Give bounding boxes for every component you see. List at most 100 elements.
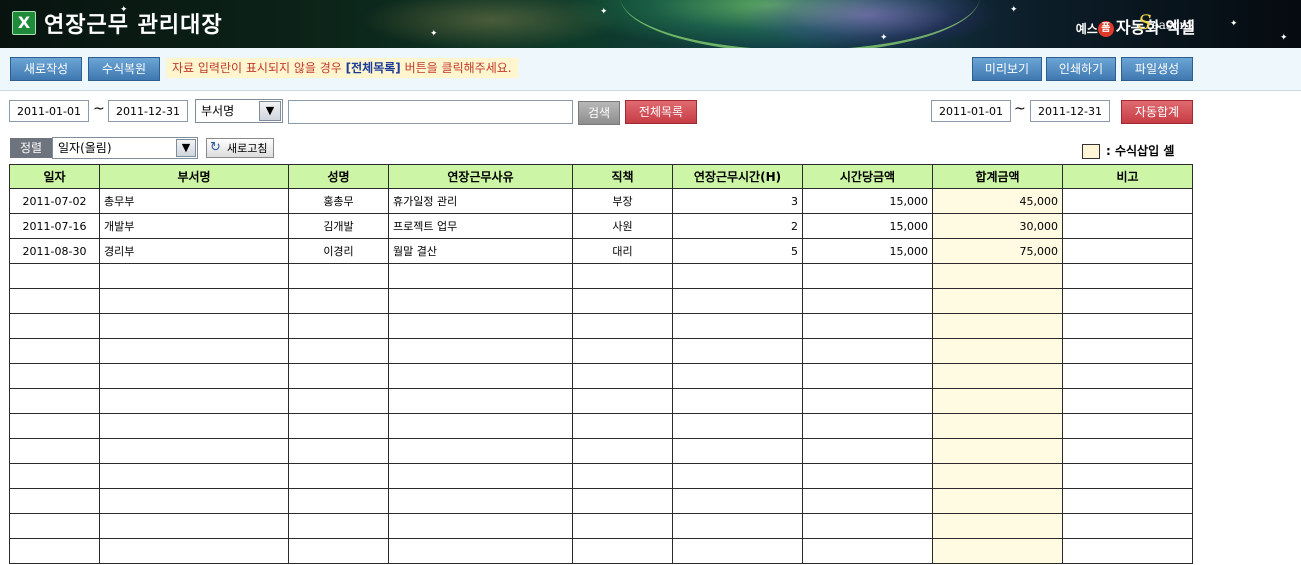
cell-note[interactable] <box>1062 463 1193 489</box>
cell-note[interactable] <box>1062 538 1193 564</box>
cell-total[interactable] <box>932 513 1063 539</box>
start-date-field[interactable]: 2011-01-01 <box>9 100 89 122</box>
cell-total[interactable] <box>932 388 1063 414</box>
cell-position[interactable] <box>572 463 673 489</box>
cell-department[interactable] <box>99 263 289 289</box>
cell-hours[interactable] <box>672 363 803 389</box>
cell-hours[interactable] <box>672 538 803 564</box>
cell-department[interactable] <box>99 288 289 314</box>
cell-hourly-rate[interactable] <box>802 288 933 314</box>
cell-date[interactable] <box>9 363 100 389</box>
cell-date[interactable] <box>9 438 100 464</box>
sum-end-date-field[interactable]: 2011-12-31 <box>1030 100 1110 122</box>
cell-name[interactable] <box>288 363 389 389</box>
cell-reason[interactable] <box>388 488 573 514</box>
all-list-button[interactable]: 전체목록 <box>625 100 697 124</box>
cell-department[interactable]: 개발부 <box>99 213 289 239</box>
cell-note[interactable] <box>1062 238 1193 264</box>
search-button[interactable]: 검색 <box>578 101 620 125</box>
cell-name[interactable] <box>288 288 389 314</box>
cell-position[interactable] <box>572 388 673 414</box>
cell-hours[interactable] <box>672 263 803 289</box>
cell-department[interactable] <box>99 488 289 514</box>
cell-name[interactable] <box>288 263 389 289</box>
cell-note[interactable] <box>1062 513 1193 539</box>
cell-department[interactable]: 총무부 <box>99 188 289 214</box>
cell-name[interactable]: 홍총무 <box>288 188 389 214</box>
cell-position[interactable]: 부장 <box>572 188 673 214</box>
cell-position[interactable] <box>572 363 673 389</box>
cell-hours[interactable] <box>672 338 803 364</box>
cell-name[interactable] <box>288 388 389 414</box>
cell-date[interactable] <box>9 488 100 514</box>
cell-hours[interactable] <box>672 388 803 414</box>
cell-name[interactable] <box>288 313 389 339</box>
cell-hours[interactable]: 3 <box>672 188 803 214</box>
cell-date[interactable]: 2011-08-30 <box>9 238 100 264</box>
sort-select[interactable]: 일자(올림) ▼ <box>52 137 198 159</box>
cell-note[interactable] <box>1062 188 1193 214</box>
cell-department[interactable] <box>99 513 289 539</box>
cell-department[interactable] <box>99 463 289 489</box>
chevron-down-icon[interactable]: ▼ <box>176 139 196 157</box>
cell-hourly-rate[interactable] <box>802 363 933 389</box>
cell-reason[interactable] <box>388 363 573 389</box>
chevron-down-icon[interactable]: ▼ <box>259 101 281 121</box>
cell-total[interactable] <box>932 413 1063 439</box>
cell-hours[interactable] <box>672 513 803 539</box>
cell-note[interactable] <box>1062 313 1193 339</box>
cell-total[interactable] <box>932 313 1063 339</box>
cell-reason[interactable] <box>388 538 573 564</box>
cell-hourly-rate[interactable] <box>802 538 933 564</box>
cell-name[interactable] <box>288 538 389 564</box>
cell-note[interactable] <box>1062 438 1193 464</box>
cell-hours[interactable] <box>672 463 803 489</box>
cell-total[interactable]: 45,000 <box>932 188 1063 214</box>
cell-note[interactable] <box>1062 288 1193 314</box>
cell-position[interactable]: 대리 <box>572 238 673 264</box>
cell-date[interactable] <box>9 413 100 439</box>
cell-reason[interactable] <box>388 338 573 364</box>
cell-name[interactable]: 김개발 <box>288 213 389 239</box>
cell-position[interactable]: 사원 <box>572 213 673 239</box>
cell-department[interactable] <box>99 338 289 364</box>
cell-date[interactable]: 2011-07-02 <box>9 188 100 214</box>
new-button[interactable]: 새로작성 <box>10 57 82 81</box>
cell-department[interactable] <box>99 313 289 339</box>
cell-hourly-rate[interactable] <box>802 313 933 339</box>
cell-hourly-rate[interactable]: 15,000 <box>802 213 933 239</box>
cell-reason[interactable] <box>388 463 573 489</box>
cell-name[interactable] <box>288 513 389 539</box>
cell-hourly-rate[interactable] <box>802 388 933 414</box>
cell-hours[interactable] <box>672 438 803 464</box>
cell-reason[interactable] <box>388 413 573 439</box>
cell-department[interactable]: 경리부 <box>99 238 289 264</box>
cell-reason[interactable] <box>388 263 573 289</box>
cell-name[interactable] <box>288 488 389 514</box>
cell-date[interactable] <box>9 513 100 539</box>
cell-department[interactable] <box>99 538 289 564</box>
cell-date[interactable] <box>9 388 100 414</box>
cell-position[interactable] <box>572 313 673 339</box>
cell-department[interactable] <box>99 388 289 414</box>
cell-hourly-rate[interactable] <box>802 263 933 289</box>
cell-date[interactable] <box>9 288 100 314</box>
end-date-field[interactable]: 2011-12-31 <box>108 100 188 122</box>
cell-date[interactable] <box>9 538 100 564</box>
cell-reason[interactable]: 월말 결산 <box>388 238 573 264</box>
cell-hourly-rate[interactable] <box>802 338 933 364</box>
cell-total[interactable] <box>932 363 1063 389</box>
cell-total[interactable] <box>932 488 1063 514</box>
cell-position[interactable] <box>572 438 673 464</box>
cell-name[interactable] <box>288 438 389 464</box>
cell-hours[interactable] <box>672 313 803 339</box>
cell-reason[interactable] <box>388 388 573 414</box>
cell-note[interactable] <box>1062 488 1193 514</box>
field-select[interactable]: 부서명 ▼ <box>195 99 283 123</box>
formula-restore-button[interactable]: 수식복원 <box>88 57 160 81</box>
cell-reason[interactable]: 프로젝트 업무 <box>388 213 573 239</box>
cell-hours[interactable]: 2 <box>672 213 803 239</box>
cell-position[interactable] <box>572 338 673 364</box>
cell-reason[interactable] <box>388 513 573 539</box>
cell-total[interactable] <box>932 338 1063 364</box>
